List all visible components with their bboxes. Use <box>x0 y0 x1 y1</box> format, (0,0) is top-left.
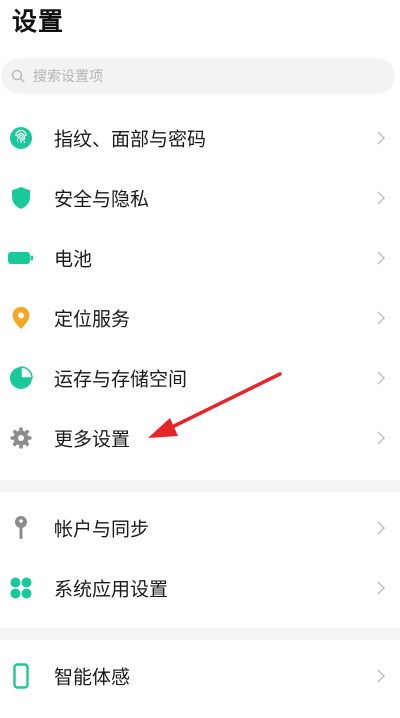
battery-icon <box>8 245 34 271</box>
chevron-right-icon <box>377 191 386 205</box>
settings-item-label: 安全与隐私 <box>54 188 150 211</box>
section-divider <box>0 628 400 640</box>
chevron-right-icon <box>377 371 386 385</box>
settings-item-label: 指纹、面部与密码 <box>54 128 207 151</box>
chevron-right-icon <box>377 251 386 265</box>
settings-item-label: 智能体感 <box>54 666 131 689</box>
fingerprint-icon <box>8 125 34 151</box>
settings-item-label: 系统应用设置 <box>54 578 169 601</box>
apps-grid-icon <box>8 575 34 601</box>
section-divider <box>0 480 400 492</box>
settings-item-label: 电池 <box>54 248 93 271</box>
pie-chart-icon <box>8 365 34 391</box>
settings-item-label: 更多设置 <box>54 428 131 451</box>
search-placeholder: 搜索设置项 <box>33 69 103 85</box>
settings-item-more-settings[interactable]: 更多设置 <box>0 408 400 468</box>
chevron-right-icon <box>377 431 386 445</box>
page-title: 设置 <box>12 7 65 36</box>
settings-item-system-apps[interactable]: 系统应用设置 <box>0 558 400 618</box>
chevron-right-icon <box>377 581 386 595</box>
settings-item-smart-motion[interactable]: 智能体感 <box>0 646 400 706</box>
chevron-right-icon <box>377 669 386 683</box>
settings-item-battery[interactable]: 电池 <box>0 228 400 288</box>
shield-icon <box>8 185 34 211</box>
settings-item-security-privacy[interactable]: 安全与隐私 <box>0 168 400 228</box>
phone-outline-icon <box>8 663 34 689</box>
settings-item-location[interactable]: 定位服务 <box>0 288 400 348</box>
chevron-right-icon <box>377 131 386 145</box>
gear-icon <box>8 425 34 451</box>
search-icon <box>11 69 25 83</box>
settings-item-biometrics[interactable]: 指纹、面部与密码 <box>0 108 400 168</box>
settings-item-label: 帐户与同步 <box>54 518 150 541</box>
key-icon <box>8 515 34 541</box>
settings-item-accounts-sync[interactable]: 帐户与同步 <box>0 498 400 558</box>
settings-item-label: 运存与存储空间 <box>54 368 188 391</box>
search-bar[interactable]: 搜索设置项 <box>1 58 395 94</box>
settings-item-storage[interactable]: 运存与存储空间 <box>0 348 400 408</box>
settings-item-label: 定位服务 <box>54 308 131 331</box>
chevron-right-icon <box>377 311 386 325</box>
chevron-right-icon <box>377 521 386 535</box>
location-pin-icon <box>8 305 34 331</box>
